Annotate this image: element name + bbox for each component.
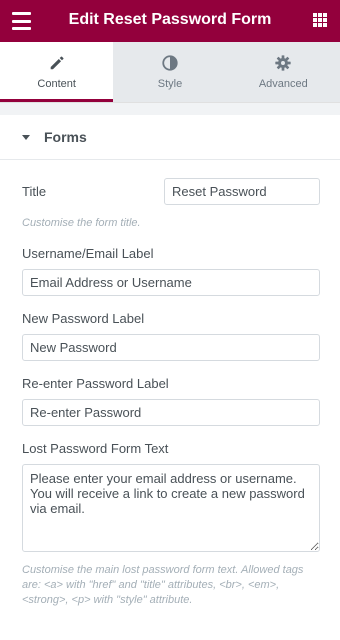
tab-content[interactable]: Content [0,42,114,102]
tab-label: Advanced [258,78,308,90]
username-label-input[interactable] [22,269,320,296]
lost-password-text-label: Lost Password Form Text [22,441,169,456]
lost-password-text-description: Customise the main lost password form te… [22,564,304,606]
reenter-password-label-control: Re-enter Password Label [22,376,320,426]
tab-style[interactable]: Style [113,42,226,102]
title-input[interactable] [164,178,320,205]
forms-controls: Title Customise the form title. Username… [0,178,340,608]
caret-down-icon [22,134,30,140]
new-password-label-control: New Password Label [22,311,320,361]
section-title: Forms [44,129,87,145]
panel-title: Edit Reset Password Form [68,11,272,28]
title-description: Customise the form title. [22,217,141,229]
title-control: Title [22,178,320,205]
half-circle-contrast-icon [162,55,178,71]
username-label-control: Username/Email Label [22,246,320,296]
panel-tabs: Content Style Advanced [0,42,340,103]
tab-label: Content [37,78,76,90]
gear-icon [275,55,291,71]
pencil-icon [50,56,64,70]
section-toggle-forms[interactable]: Forms [0,115,340,160]
grid-apps-icon[interactable] [313,13,327,27]
panel-header: Edit Reset Password Form [0,0,340,42]
new-password-label-label: New Password Label [22,311,145,326]
lost-password-text-textarea[interactable]: Please enter your email address or usern… [22,464,320,552]
section-spacer [0,103,340,115]
reenter-password-label-label: Re-enter Password Label [22,376,169,391]
title-label: Title [22,184,47,199]
tab-label: Style [157,78,183,90]
new-password-label-input[interactable] [22,334,320,361]
lost-password-text-control: Lost Password Form Text Please enter you… [22,441,320,552]
username-label-label: Username/Email Label [22,246,154,261]
tab-advanced[interactable]: Advanced [227,42,340,102]
reenter-password-label-input[interactable] [22,399,320,426]
